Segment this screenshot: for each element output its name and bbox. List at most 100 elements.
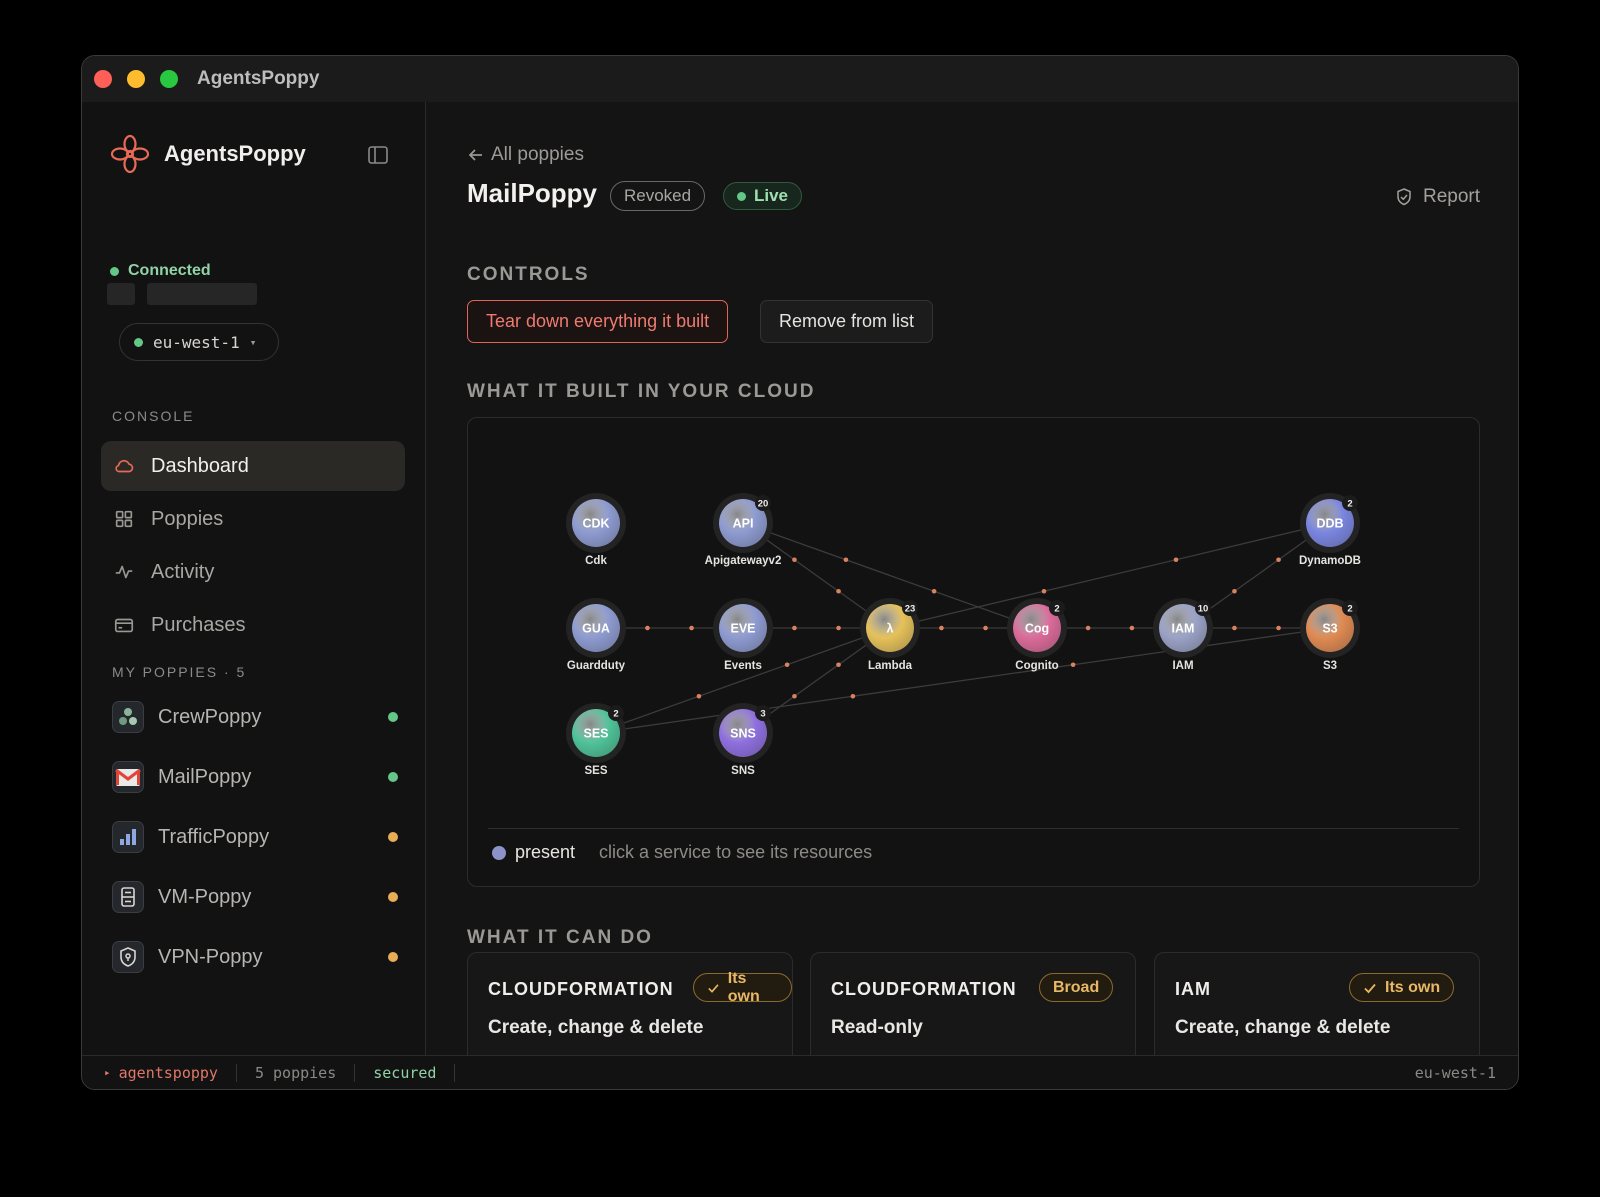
- vpn-icon: [112, 941, 144, 973]
- poppy-count: 5 poppies: [237, 1063, 356, 1082]
- node-label: IAM: [1172, 660, 1193, 672]
- poppy-logo-icon: [110, 134, 150, 174]
- connected-dot: [110, 266, 119, 276]
- node-abbr: SES: [583, 727, 608, 741]
- window-title: AgentsPoppy: [197, 68, 320, 89]
- permission-service: IAM: [1175, 979, 1211, 999]
- scope-badge: Its own: [693, 970, 792, 1005]
- sidebar: AgentsPoppy Connected eu-west-1 ▾ CONSOL…: [82, 102, 426, 1055]
- report-button[interactable]: Report: [1395, 186, 1480, 208]
- graph-edge: [595, 627, 1331, 734]
- back-link[interactable]: All poppies: [467, 144, 584, 166]
- nav-dashboard[interactable]: Dashboard: [101, 441, 405, 491]
- project-name: agentspoppy: [118, 1063, 218, 1082]
- service-node-gua[interactable]: GUA Guardduty: [566, 598, 626, 672]
- brand[interactable]: AgentsPoppy: [110, 134, 306, 174]
- connection-status: Connected: [110, 262, 211, 280]
- service-node-sns[interactable]: SNS SNS 3: [713, 703, 773, 777]
- poppy-label: TrafficPoppy: [158, 825, 270, 848]
- poppy-item-vm-poppy[interactable]: VM-Poppy: [112, 877, 402, 917]
- check-icon: [708, 983, 719, 993]
- service-node-cdk[interactable]: CDK Cdk: [566, 493, 626, 567]
- node-count-badge: 2: [1054, 604, 1059, 615]
- nav-label: Poppies: [151, 507, 224, 530]
- redacted-account: [147, 283, 257, 305]
- card-icon: [114, 618, 134, 633]
- nav-poppies[interactable]: Poppies: [101, 494, 405, 544]
- service-node-cog[interactable]: Cog Cognito 2: [1007, 598, 1067, 672]
- poppy-item-mailpoppy[interactable]: MailPoppy: [112, 757, 402, 797]
- node-label: SNS: [731, 765, 755, 777]
- connection-label: Connected: [128, 262, 211, 279]
- node-label: SES: [584, 765, 607, 777]
- cloud-heading: WHAT IT BUILT IN YOUR CLOUD: [467, 381, 816, 402]
- node-label: Apigatewayv2: [705, 555, 782, 567]
- activity-icon: [115, 565, 133, 579]
- service-node-api[interactable]: API Apigatewayv2 20: [705, 493, 782, 567]
- node-abbr: CDK: [582, 517, 609, 531]
- project-indicator: ▸ agentspoppy: [82, 1063, 237, 1082]
- minimize-window-button[interactable]: [127, 70, 145, 88]
- nav-activity[interactable]: Activity: [101, 547, 405, 597]
- node-label: Guardduty: [567, 660, 626, 672]
- controls-heading: CONTROLS: [467, 264, 590, 285]
- report-label: Report: [1422, 186, 1480, 207]
- app-window: AgentsPoppy AgentsPoppy Connected eu-wes…: [81, 55, 1519, 1090]
- service-node-ses[interactable]: SES SES 2: [566, 703, 626, 777]
- node-abbr: SNS: [730, 727, 756, 741]
- live-badge: Live: [723, 182, 803, 210]
- service-node-lam[interactable]: λ Lambda 23: [860, 598, 920, 672]
- graph-legend: present click a service to see its resou…: [492, 842, 872, 863]
- poppy-label: MailPoppy: [158, 765, 252, 788]
- brand-name: AgentsPoppy: [164, 141, 306, 166]
- cloud-icon: [115, 459, 134, 473]
- shield-check-icon: [1397, 188, 1411, 206]
- chevron-down-icon: ▾: [249, 335, 257, 349]
- revoked-badge: Revoked: [610, 181, 706, 211]
- region-dot: [134, 337, 143, 347]
- close-window-button[interactable]: [94, 70, 112, 88]
- zoom-window-button[interactable]: [160, 70, 178, 88]
- status-dot: [388, 772, 398, 782]
- poppy-item-trafficpoppy[interactable]: TrafficPoppy: [112, 817, 402, 857]
- check-icon: [1364, 983, 1376, 993]
- node-count-badge: 20: [758, 499, 769, 510]
- poppy-label: VM-Poppy: [158, 885, 252, 908]
- node-count-badge: 2: [613, 709, 618, 720]
- node-abbr: IAM: [1172, 622, 1195, 636]
- scope-label: Its own: [727, 969, 760, 1005]
- service-node-s3[interactable]: S3 S3 2: [1300, 598, 1360, 672]
- page-title: MailPoppy: [467, 178, 598, 208]
- poppy-item-crewpoppy[interactable]: CrewPoppy: [112, 697, 402, 737]
- status-dot: [388, 712, 398, 722]
- teardown-button[interactable]: Tear down everything it built: [467, 300, 729, 343]
- node-label: Cdk: [585, 555, 607, 567]
- legend-hint: click a service to see its resources: [599, 842, 873, 862]
- service-node-ddb[interactable]: DDB DynamoDB 2: [1299, 493, 1361, 567]
- sidebar-toggle-icon[interactable]: [368, 146, 388, 164]
- node-abbr: DDB: [1316, 517, 1343, 531]
- node-label: S3: [1323, 660, 1337, 672]
- service-node-eve[interactable]: EVE Events: [713, 598, 773, 672]
- service-node-iam[interactable]: IAMIAM10: [1153, 598, 1213, 672]
- legend-present: present: [515, 842, 576, 862]
- nav-purchases[interactable]: Purchases: [101, 600, 405, 650]
- poppy-label: CrewPoppy: [158, 705, 262, 728]
- region-value: eu-west-1: [153, 332, 240, 352]
- status-dot: [388, 892, 398, 902]
- scope-badge: Its own: [1349, 973, 1455, 1002]
- permission-desc: Read-only: [831, 1017, 923, 1038]
- poppy-item-vpn-poppy[interactable]: VPN-Poppy: [112, 937, 402, 977]
- traffic-icon: [112, 821, 144, 853]
- remove-from-list-button[interactable]: Remove from list: [760, 300, 934, 343]
- node-label: Cognito: [1015, 660, 1058, 672]
- title-bar: AgentsPoppy: [82, 56, 1518, 102]
- service-graph-card: CDK Cdk API Apigatewayv2 20 DDB DynamoDB 2 GUA Gu…: [467, 417, 1480, 887]
- node-count-badge: 23: [905, 604, 916, 615]
- node-abbr: EVE: [730, 622, 755, 636]
- nav-label: Activity: [151, 560, 215, 583]
- security-state: secured: [355, 1063, 456, 1082]
- region-selector[interactable]: eu-west-1 ▾: [119, 323, 279, 361]
- present-dot: [492, 845, 506, 860]
- status-bar: ▸ agentspoppy 5 poppies secured eu-west-…: [82, 1055, 1518, 1089]
